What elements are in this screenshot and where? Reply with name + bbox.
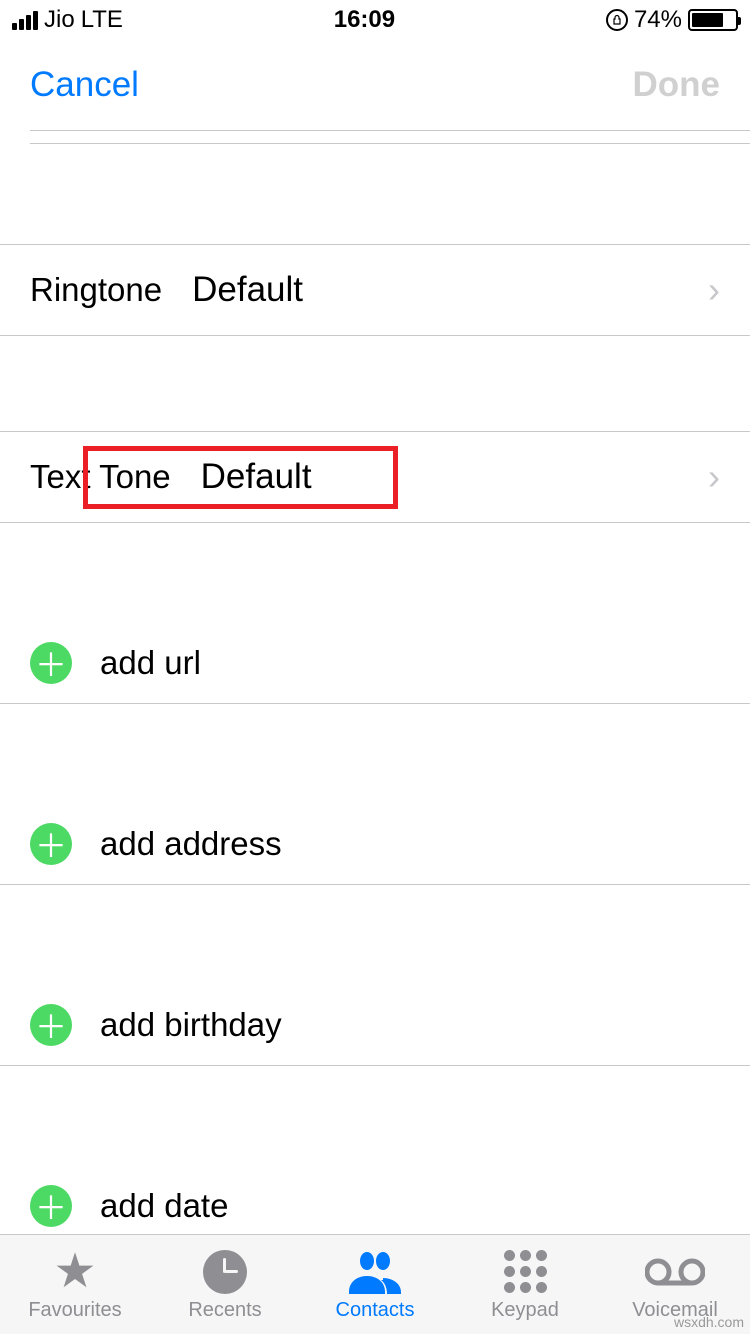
content: Ringtone Default › Text Tone Default › ＋… [0, 130, 750, 1246]
texttone-value: Default [201, 457, 312, 497]
done-button[interactable]: Done [633, 65, 721, 105]
spacer [0, 336, 750, 431]
status-time: 16:09 [334, 6, 395, 34]
nav-bar: Cancel Done [0, 40, 750, 130]
add-url-row[interactable]: ＋ add url [0, 623, 750, 703]
tab-favourites-label: Favourites [28, 1299, 121, 1322]
add-address-group: ＋ add address [0, 804, 750, 885]
plus-icon: ＋ [30, 1004, 72, 1046]
chevron-right-icon: › [708, 269, 720, 311]
spacer [0, 144, 750, 244]
spacer [0, 523, 750, 623]
tab-keypad[interactable]: Keypad [455, 1248, 595, 1322]
partial-row-divider [30, 130, 750, 144]
add-birthday-row[interactable]: ＋ add birthday [0, 985, 750, 1065]
add-address-label: add address [100, 825, 282, 863]
tab-contacts[interactable]: Contacts [305, 1248, 445, 1322]
add-url-group: ＋ add url [0, 623, 750, 704]
battery-icon [688, 9, 738, 31]
ringtone-row[interactable]: Ringtone Default › [0, 245, 750, 335]
tab-favourites[interactable]: ★ Favourites [5, 1248, 145, 1322]
tab-recents[interactable]: Recents [155, 1248, 295, 1322]
signal-strength-icon [12, 10, 38, 30]
tab-keypad-label: Keypad [491, 1299, 559, 1322]
orientation-lock-icon [606, 9, 628, 31]
watermark: wsxdh.com [674, 1314, 744, 1330]
battery-percent: 74% [634, 6, 682, 34]
spacer [0, 704, 750, 804]
clock-icon [203, 1248, 247, 1296]
ringtone-value: Default [192, 270, 303, 310]
status-bar: Jio LTE 16:09 74% [0, 0, 750, 40]
spacer [0, 885, 750, 985]
texttone-label: Text Tone [30, 458, 171, 496]
chevron-right-icon: › [708, 456, 720, 498]
keypad-icon [504, 1248, 547, 1296]
tab-contacts-label: Contacts [336, 1299, 415, 1322]
add-birthday-group: ＋ add birthday [0, 985, 750, 1066]
texttone-row[interactable]: Text Tone Default › [0, 432, 750, 522]
carrier-label: Jio [44, 6, 75, 34]
tab-voicemail[interactable]: Voicemail [605, 1248, 745, 1322]
plus-icon: ＋ [30, 1185, 72, 1227]
add-address-row[interactable]: ＋ add address [0, 804, 750, 884]
status-left: Jio LTE [12, 6, 123, 34]
star-icon: ★ [53, 1248, 96, 1296]
status-right: 74% [606, 6, 738, 34]
tab-recents-label: Recents [188, 1299, 261, 1322]
spacer [0, 1066, 750, 1166]
texttone-group: Text Tone Default › [0, 431, 750, 523]
ringtone-group: Ringtone Default › [0, 244, 750, 336]
contacts-icon [349, 1248, 401, 1296]
plus-icon: ＋ [30, 823, 72, 865]
plus-icon: ＋ [30, 642, 72, 684]
add-url-label: add url [100, 644, 201, 682]
network-label: LTE [81, 6, 123, 34]
add-date-label: add date [100, 1187, 228, 1225]
tab-bar: ★ Favourites Recents Contacts Keypad Voi… [0, 1234, 750, 1334]
add-birthday-label: add birthday [100, 1006, 282, 1044]
ringtone-label: Ringtone [30, 271, 162, 309]
cancel-button[interactable]: Cancel [30, 65, 139, 105]
voicemail-icon [645, 1248, 705, 1296]
